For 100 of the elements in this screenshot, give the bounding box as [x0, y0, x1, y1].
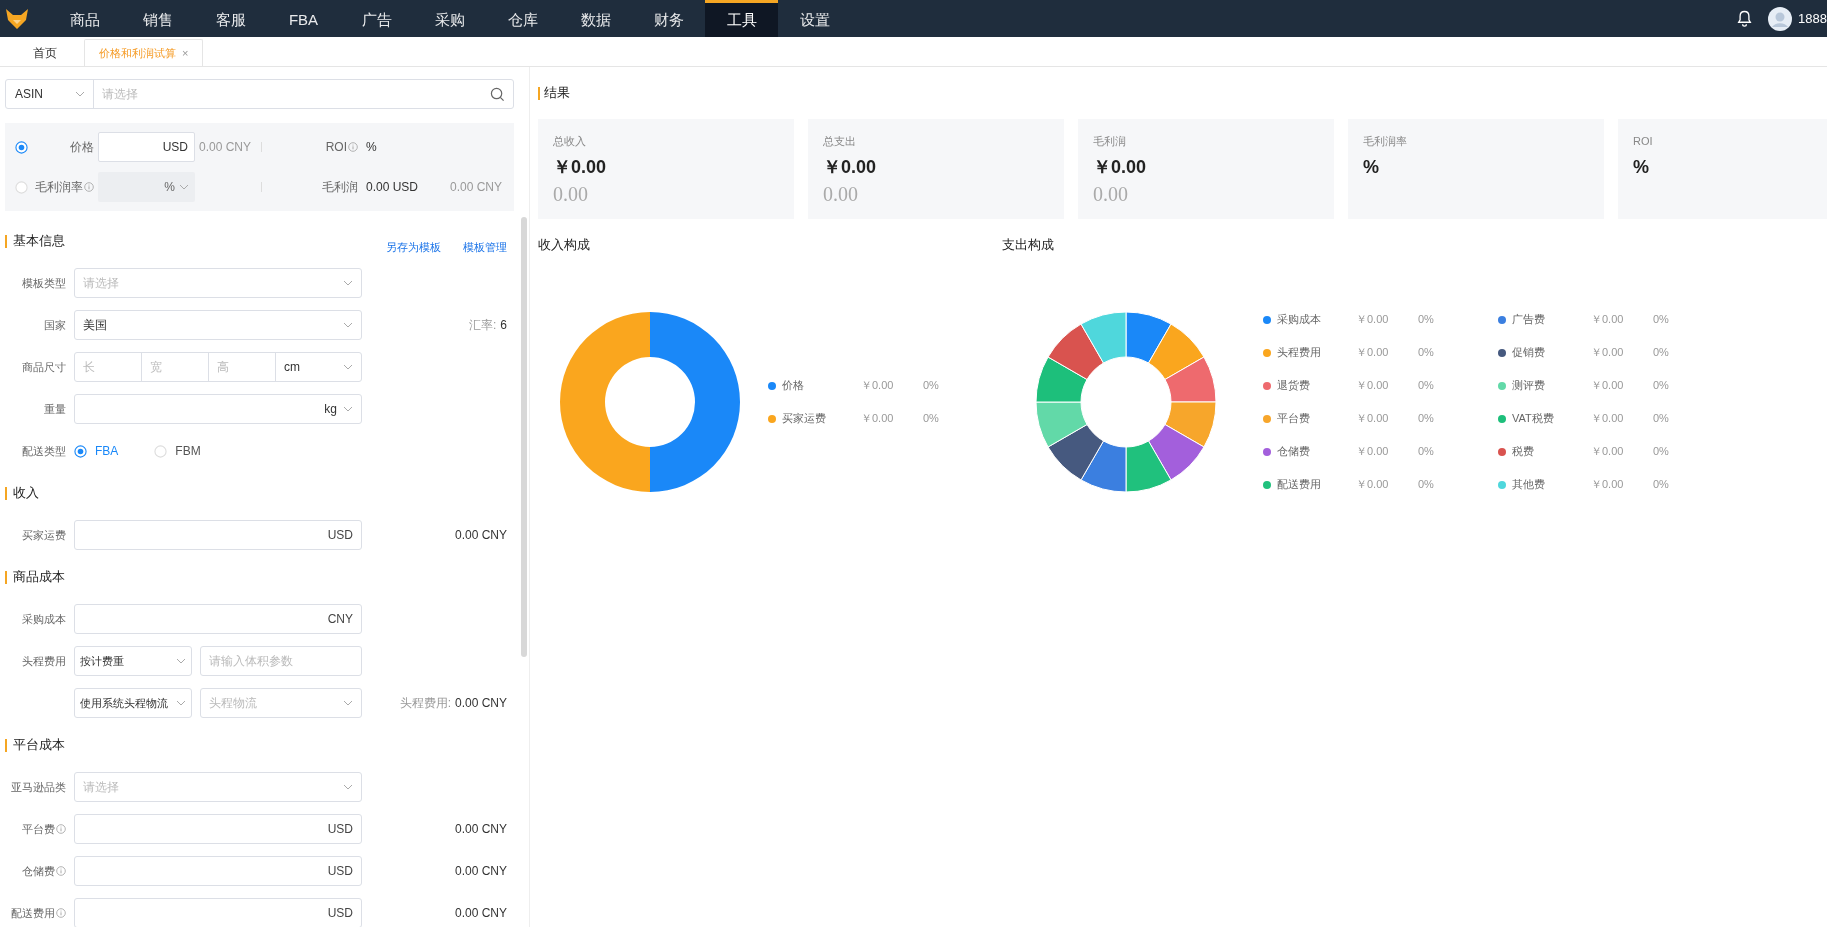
donut-slice: [1125, 440, 1172, 493]
input-field[interactable]: kg: [74, 394, 362, 424]
legend-label: 买家运费: [782, 411, 827, 427]
select-field[interactable]: 使用系统头程物流: [74, 688, 192, 718]
donut-slice: [1164, 356, 1217, 403]
nav-item[interactable]: 设置: [778, 0, 851, 37]
legend-label: 促销费: [1512, 345, 1546, 361]
legend-label: 测评费: [1512, 378, 1546, 394]
aside-label: 汇率:: [468, 317, 497, 334]
field-label: 仓储费: [22, 863, 55, 879]
legend-label: 仓储费: [1277, 444, 1311, 460]
input-field[interactable]: USD: [98, 132, 195, 162]
link[interactable]: 另存为模板: [386, 238, 441, 255]
nav-item[interactable]: 商品: [48, 0, 121, 37]
legend-amount: ￥0.00: [1591, 312, 1625, 328]
input-field[interactable]: USD: [74, 814, 362, 844]
legend-label: VAT税费: [1512, 411, 1555, 427]
card-subvalue: 0.00: [823, 181, 859, 206]
legend-percent: 0%: [1653, 411, 1669, 427]
nav-item[interactable]: 销售: [121, 0, 194, 37]
search-bar[interactable]: ASIN 请选择: [5, 79, 514, 109]
radio-icon: [154, 444, 168, 458]
section-title: 商品成本: [13, 568, 65, 587]
input-field[interactable]: 请输入体积参数: [200, 646, 362, 676]
legend-amount: ￥0.00: [1591, 477, 1625, 493]
input-field[interactable]: USD: [74, 898, 362, 927]
metric-value: 0.00 USD: [366, 179, 419, 196]
converted-value: 0.00 CNY: [199, 139, 253, 156]
input-field[interactable]: CNY: [74, 604, 362, 634]
legend-percent: 0%: [1653, 345, 1669, 361]
donut-slice: [1148, 323, 1205, 380]
card-label: ROI: [1633, 134, 1654, 149]
section-title: 平台成本: [13, 736, 65, 755]
chevron-down-icon: [343, 280, 353, 286]
chevron-down-icon: [176, 700, 186, 706]
nav-item[interactable]: 工具: [705, 0, 778, 37]
field-label: 价格: [70, 139, 94, 156]
bell-icon[interactable]: [1737, 10, 1753, 27]
field-label: 毛利润率: [35, 179, 83, 196]
section-title: 结果: [544, 84, 570, 103]
nav-item[interactable]: 客服: [194, 0, 267, 37]
nav-item[interactable]: 数据: [559, 0, 632, 37]
donut-slice: [1125, 311, 1172, 364]
input-field[interactable]: 高: [209, 353, 276, 381]
chart-title: 支出构成: [1002, 236, 1055, 254]
input-field[interactable]: USD: [74, 520, 362, 550]
legend-percent: 0%: [923, 378, 939, 394]
donut-slice: [1080, 440, 1127, 493]
legend-percent: 0%: [1653, 444, 1669, 460]
select-field[interactable]: ASIN: [6, 80, 94, 108]
search-field[interactable]: 请选择: [94, 80, 490, 108]
field-label: 配送类型: [22, 443, 66, 459]
scrollbar[interactable]: [521, 217, 527, 657]
card-label: 毛利润率: [1363, 134, 1408, 149]
legend-amount: ￥0.00: [1591, 411, 1625, 427]
legend-label: 配送费用: [1277, 477, 1322, 493]
card-label: 总收入: [553, 134, 587, 149]
legend-label: 价格: [782, 378, 805, 394]
nav-item[interactable]: FBA: [267, 0, 340, 37]
aside-value: 0.00 CNY: [454, 905, 507, 922]
radio-option[interactable]: FBA: [74, 442, 119, 460]
card-label: 毛利润: [1093, 134, 1127, 149]
input-field[interactable]: %: [98, 172, 195, 202]
input-field[interactable]: 长: [75, 353, 142, 381]
radio-icon: [74, 444, 87, 458]
search-icon[interactable]: [490, 86, 505, 102]
nav-item[interactable]: 仓库: [486, 0, 559, 37]
select-field[interactable]: 按计费重: [74, 646, 192, 676]
aside-value: 0.00 CNY: [454, 863, 507, 880]
card-value: %: [1363, 155, 1380, 178]
card-subvalue: 0.00: [553, 181, 589, 206]
field-label: 采购成本: [22, 611, 66, 627]
link[interactable]: 模板管理: [463, 238, 507, 255]
nav-item[interactable]: 财务: [632, 0, 705, 37]
radio-button[interactable]: [15, 140, 28, 154]
field-label: 商品尺寸: [22, 359, 66, 375]
field-label: 重量: [44, 401, 66, 417]
avatar-icon[interactable]: [1768, 6, 1793, 31]
nav-item[interactable]: 采购: [413, 0, 486, 37]
legend-amount: ￥0.00: [1591, 444, 1625, 460]
card-value: ￥0.00: [553, 155, 608, 178]
card-value: ￥0.00: [823, 155, 878, 178]
select-field[interactable]: 美国: [74, 310, 362, 340]
chevron-down-icon: [343, 700, 353, 706]
radio-option[interactable]: FBM: [154, 442, 201, 460]
legend-amount: ￥0.00: [861, 411, 895, 427]
legend-amount: ￥0.00: [861, 378, 895, 394]
chevron-down-icon: [343, 364, 353, 370]
legend-percent: 0%: [1653, 477, 1669, 493]
user-name[interactable]: 1888: [1798, 8, 1827, 29]
metric-value: %: [366, 139, 377, 156]
metric-label: ROI: [325, 139, 347, 156]
nav-item[interactable]: 广告: [340, 0, 413, 37]
converted-value: 0.00 CNY: [449, 179, 502, 196]
input-field[interactable]: USD: [74, 856, 362, 886]
tab[interactable]: 首页: [10, 39, 80, 66]
aside-value: 6: [500, 317, 507, 334]
input-field[interactable]: 宽: [142, 353, 209, 381]
legend-amount: ￥0.00: [1356, 444, 1390, 460]
dimension-field[interactable]: 长 宽 高 cm: [74, 352, 362, 382]
